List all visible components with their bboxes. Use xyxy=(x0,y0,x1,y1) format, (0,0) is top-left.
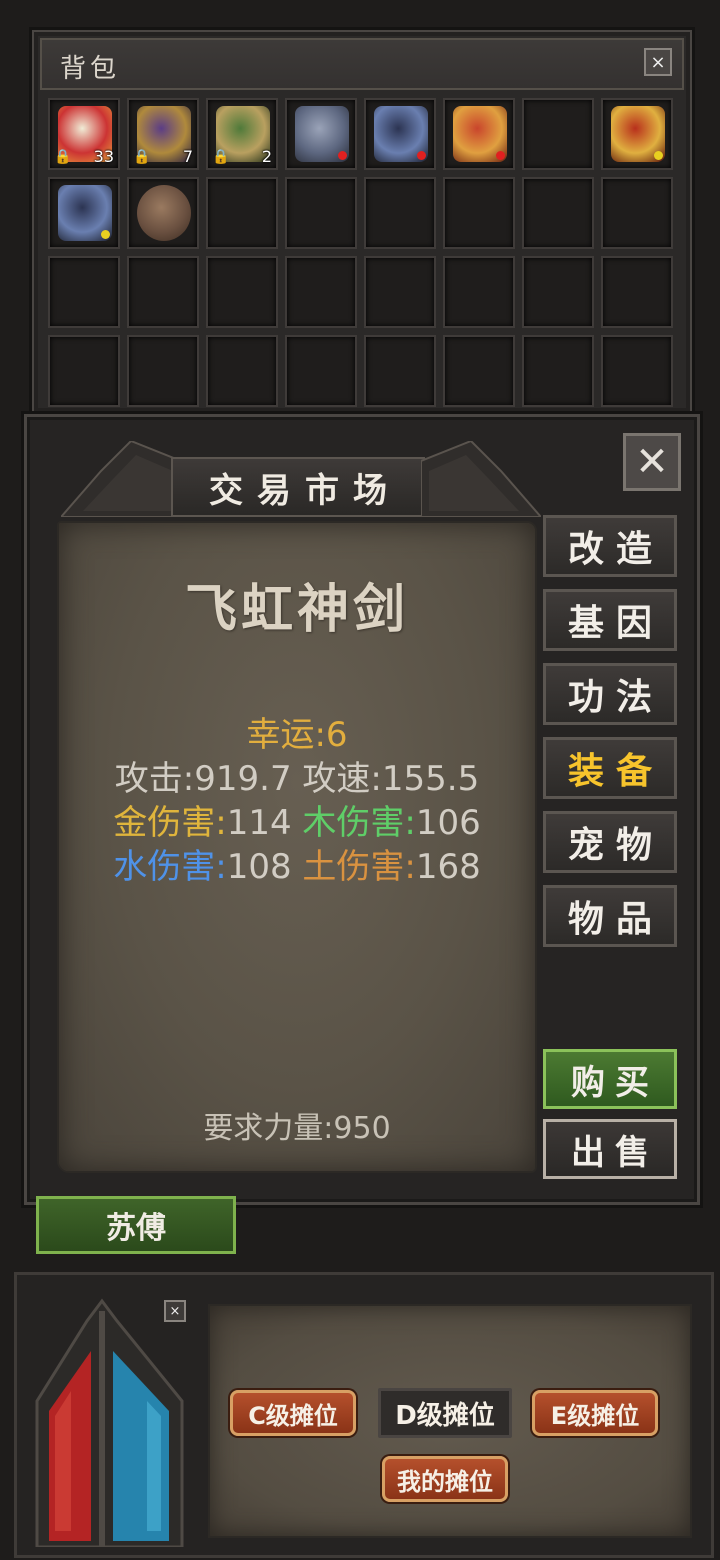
backpack-slot[interactable] xyxy=(48,335,120,407)
backpack-slot[interactable] xyxy=(522,98,594,170)
backpack-slot[interactable] xyxy=(285,256,357,328)
stat-element-row-2: 水伤害:108 土伤害:168 xyxy=(59,839,535,888)
player-name-tag[interactable]: 苏傅 xyxy=(36,1196,236,1254)
fur-pelt-icon xyxy=(137,185,191,241)
backpack-slot[interactable] xyxy=(601,335,673,407)
backpack-slot[interactable] xyxy=(443,177,515,249)
lock-icon: 🔒 xyxy=(54,149,72,165)
backpack-slot[interactable] xyxy=(127,177,199,249)
backpack-slot[interactable] xyxy=(206,335,278,407)
backpack-slot[interactable] xyxy=(48,177,120,249)
my-stall-button[interactable]: 我的摊位 xyxy=(382,1456,508,1502)
d-stall-button[interactable]: D级摊位 xyxy=(378,1388,512,1438)
stat-speed-value: 155.5 xyxy=(381,759,480,799)
stat-gold-damage-label: 金伤害: xyxy=(113,803,227,843)
backpack-slot[interactable] xyxy=(601,98,673,170)
backpack-slot[interactable] xyxy=(443,335,515,407)
status-dot xyxy=(101,230,110,239)
e-stall-button[interactable]: E级摊位 xyxy=(532,1390,658,1436)
stat-attack-value: 919.7 xyxy=(194,759,292,799)
backpack-slot[interactable] xyxy=(601,256,673,328)
stat-earth-damage-label: 土伤害: xyxy=(302,847,416,887)
market-title-ornament: 交易市场 xyxy=(61,435,541,517)
stat-wood-damage-label: 木伤害: xyxy=(302,803,416,843)
left-wing-ornament xyxy=(61,441,181,517)
backpack-slot[interactable] xyxy=(285,98,357,170)
tab-equipment[interactable]: 装备 xyxy=(543,737,677,799)
hp-mp-vials xyxy=(35,1298,184,1547)
backpack-slot[interactable] xyxy=(443,256,515,328)
stat-attack-row: 攻击:919.7 攻速:155.5 xyxy=(59,751,535,800)
item-quantity: 33 xyxy=(93,147,114,166)
backpack-slot[interactable] xyxy=(443,98,515,170)
status-dot xyxy=(417,151,426,160)
backpack-slot[interactable] xyxy=(364,98,436,170)
stat-element-row-1: 金伤害:114 木伤害:106 xyxy=(59,795,535,844)
tab-skill[interactable]: 功法 xyxy=(543,663,677,725)
backpack-slot[interactable] xyxy=(522,335,594,407)
right-wing-ornament xyxy=(421,441,541,517)
backpack-slot[interactable]: 🔒 2 xyxy=(206,98,278,170)
stat-wood-damage-value: 106 xyxy=(415,803,481,843)
backpack-slot[interactable] xyxy=(601,177,673,249)
tab-pet[interactable]: 宠物 xyxy=(543,811,677,873)
item-name: 飞虹神剑 xyxy=(184,580,409,640)
item-requirement: 要求力量:950 xyxy=(203,1111,391,1146)
stat-earth-damage-value: 168 xyxy=(415,847,481,887)
backpack-close-button[interactable]: × xyxy=(644,48,672,76)
tab-items[interactable]: 物品 xyxy=(543,885,677,947)
buy-button[interactable]: 购买 xyxy=(543,1049,677,1109)
backpack-slot[interactable] xyxy=(364,256,436,328)
market-title-plate: 交易市场 xyxy=(171,457,425,517)
market-close-button[interactable]: ✕ xyxy=(623,433,681,491)
stat-water-damage-label: 水伤害: xyxy=(113,847,227,887)
backpack-slot[interactable]: 🔒 33 xyxy=(48,98,120,170)
backpack-slot[interactable] xyxy=(206,256,278,328)
backpack-slot[interactable] xyxy=(48,256,120,328)
c-stall-button[interactable]: C级摊位 xyxy=(230,1390,356,1436)
backpack-slot[interactable]: 🔒 7 xyxy=(127,98,199,170)
stat-speed-label: 攻速: xyxy=(302,759,382,799)
trade-market-panel: 交易市场 ✕ 飞虹神剑 幸运:6 攻击:919.7 攻速:155.5 金伤害:1… xyxy=(24,414,700,1205)
stall-panel: C级摊位 D级摊位 E级摊位 我的摊位 xyxy=(208,1304,692,1538)
item-quantity: 7 xyxy=(182,147,193,166)
lock-icon: 🔒 xyxy=(133,149,151,165)
sell-button[interactable]: 出售 xyxy=(543,1119,677,1179)
backpack-slot[interactable] xyxy=(127,256,199,328)
backpack-slot[interactable] xyxy=(522,256,594,328)
backpack-slot[interactable] xyxy=(285,177,357,249)
stat-gold-damage-value: 114 xyxy=(226,803,292,843)
status-dot xyxy=(338,151,347,160)
item-detail-parchment: 飞虹神剑 幸运:6 攻击:919.7 攻速:155.5 金伤害:114 木伤害:… xyxy=(57,521,537,1173)
stat-luck: 幸运:6 xyxy=(246,715,348,755)
backpack-slot[interactable] xyxy=(285,335,357,407)
backpack-slot[interactable] xyxy=(522,177,594,249)
stall-close-button[interactable]: × xyxy=(164,1300,186,1322)
backpack-slot[interactable] xyxy=(364,177,436,249)
status-dot xyxy=(654,151,663,160)
stat-water-damage-value: 108 xyxy=(226,847,292,887)
item-quantity: 2 xyxy=(261,147,272,166)
tab-gene[interactable]: 基因 xyxy=(543,589,677,651)
backpack-slot[interactable] xyxy=(206,177,278,249)
backpack-title: 背包 xyxy=(60,54,121,84)
lock-icon: 🔒 xyxy=(212,149,230,165)
status-dot xyxy=(496,151,505,160)
backpack-title-bar: 背包 × xyxy=(40,38,684,90)
backpack-slot[interactable] xyxy=(364,335,436,407)
market-title: 交易市场 xyxy=(209,470,401,511)
stat-attack-label: 攻击: xyxy=(114,759,195,799)
backpack-slot[interactable] xyxy=(127,335,199,407)
backpack-panel: 背包 × 🔒 33 🔒 7 🔒 2 xyxy=(32,30,692,414)
backpack-grid: 🔒 33 🔒 7 🔒 2 xyxy=(48,98,673,407)
tab-modify[interactable]: 改造 xyxy=(543,515,677,577)
